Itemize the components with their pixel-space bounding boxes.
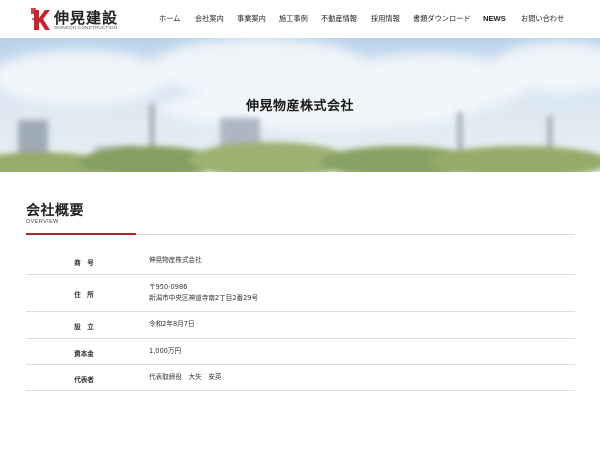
nav-item-works[interactable]: 施工事例 (279, 14, 308, 24)
row-value: 〒950-0986 新潟市中央区神道寺南2丁目2番29号 (149, 282, 258, 304)
table-row-address: 住 所 〒950-0986 新潟市中央区神道寺南2丁目2番29号 (26, 275, 575, 312)
table-row-representative: 代表者 代表取締役 大矢 安英 (26, 365, 575, 391)
nav-item-realestate[interactable]: 不動産情報 (321, 14, 357, 24)
table-row-established: 設 立 令和2年8月7日 (26, 312, 575, 339)
table-row-name: 商 号 伸晃物産株式会社 (26, 248, 575, 275)
section-subtitle: OVERVIEW (26, 219, 59, 225)
row-value: 1,000万円 (149, 346, 181, 357)
nav-item-news[interactable]: NEWS (483, 14, 506, 23)
row-label: 代表者 (74, 376, 94, 384)
section-title: 会社概要 (26, 203, 84, 219)
nav-item-downloads[interactable]: 書類ダウンロード (413, 14, 471, 24)
row-value-line: 伸晃物産株式会社 (149, 256, 202, 264)
table-row-capital: 資本金 1,000万円 (26, 339, 575, 365)
row-value-line: 新潟市中央区神道寺南2丁目2番29号 (149, 294, 259, 302)
row-value: 令和2年8月7日 (149, 319, 195, 330)
nav-item-contact[interactable]: お問い合わせ (521, 14, 564, 24)
row-value: 代表取締役 大矢 安英 (149, 372, 222, 383)
row-value-line: 令和2年8月7日 (149, 320, 195, 328)
company-info-table: 商 号 伸晃物産株式会社 住 所 〒950-0986 新潟市中央区神道寺南2丁目… (26, 248, 575, 391)
nav-item-recruit[interactable]: 採用情報 (371, 14, 400, 24)
nav-item-business[interactable]: 事業案内 (237, 14, 266, 24)
row-value-line: 〒950-0986 (149, 283, 188, 291)
row-label: 設 立 (74, 323, 94, 331)
site-header: 伸晃建設 SHINKOH CONSTRUCTION ホーム 会社案内 事業案内 … (0, 0, 600, 38)
hero-banner: 伸晃物産株式会社 (0, 38, 600, 172)
row-label: 住 所 (74, 291, 94, 299)
row-label: 商 号 (74, 259, 94, 267)
nav-item-home[interactable]: ホーム (159, 14, 180, 24)
page-title: 伸晃物産株式会社 (245, 99, 354, 114)
row-label: 資本金 (74, 350, 94, 358)
nav-item-company[interactable]: 会社案内 (195, 14, 224, 24)
row-value: 伸晃物産株式会社 (149, 255, 202, 266)
row-value-line: 代表取締役 大矢 安英 (149, 373, 222, 381)
row-value-line: 1,000万円 (149, 347, 182, 355)
section-divider-accent (26, 233, 136, 235)
main-nav: ホーム 会社案内 事業案内 施工事例 不動産情報 採用情報 書類ダウンロード N… (0, 14, 600, 26)
